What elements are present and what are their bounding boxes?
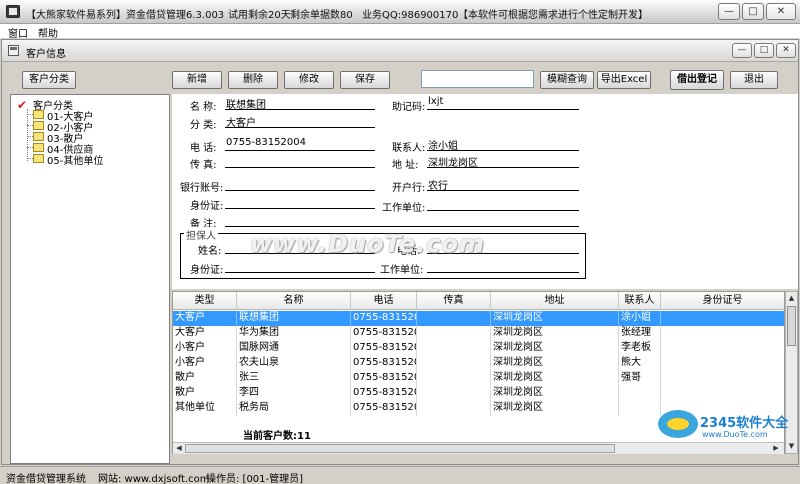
work-unit-label: 工作单位: <box>382 203 426 214</box>
col-fax[interactable]: 传真 <box>417 292 491 310</box>
customer-category-button[interactable]: 客户分类 <box>22 71 76 89</box>
cloud-logo-icon <box>658 410 698 438</box>
table-row[interactable]: 大客户 联想集团 0755-83152004 深圳龙岗区 涂小姐 <box>173 311 784 326</box>
app-icon <box>6 5 20 18</box>
save-button[interactable]: 保存 <box>340 71 390 89</box>
category-label: 分 类: <box>190 120 217 131</box>
inner-title: 客户信息 <box>26 49 66 60</box>
customer-count: 当前客户数:11 <box>243 431 311 442</box>
code-field[interactable]: lxjt <box>427 96 579 110</box>
watermark-text: www.DuoTe.com <box>250 230 485 258</box>
inner-maximize-button[interactable]: □ <box>754 43 774 58</box>
folder-icon <box>33 110 44 119</box>
name-field[interactable]: 联想集团 <box>225 96 375 111</box>
scroll-up-icon[interactable]: ▲ <box>787 293 796 304</box>
bank-account-field[interactable] <box>225 177 375 191</box>
new-button[interactable]: 新增 <box>172 71 222 89</box>
hscroll-thumb[interactable] <box>185 444 615 453</box>
fax-label: 传 真: <box>190 160 217 171</box>
fax-field[interactable] <box>225 154 375 168</box>
logo-2345: 2345软件大全 www.DuoTe.com <box>658 406 798 446</box>
status-operator: 操作员: [001-管理员] <box>206 474 304 484</box>
col-phone[interactable]: 电话 <box>351 292 417 310</box>
checkmark-icon: ✔ <box>17 98 28 112</box>
delete-button[interactable]: 删除 <box>228 71 278 89</box>
search-input[interactable] <box>421 70 534 88</box>
guarantor-work-label: 工作单位: <box>380 265 424 276</box>
col-name[interactable]: 名称 <box>237 292 351 310</box>
open-bank-label: 开户行: <box>392 183 426 194</box>
folder-icon <box>33 143 44 152</box>
phone-label: 电 话: <box>190 143 217 154</box>
custom-dev-notice: 【本软件可根据您需求进行个性定制开发】 <box>458 10 648 21</box>
table-row[interactable]: 大客户 华为集团 0755-83152004 深圳龙岗区 张经理 <box>173 326 784 341</box>
status-bar: 资金借贷管理系统 网站: www.dxjsoft.com 操作员: [001-管… <box>0 466 800 484</box>
logo-url: www.DuoTe.com <box>702 430 768 439</box>
table-row[interactable]: 小客户 国脉网通 0755-83152004 深圳龙岗区 李老板 <box>173 341 784 356</box>
exit-button[interactable]: 退出 <box>730 71 778 89</box>
logo-brand: 2345软件大全 <box>700 416 789 431</box>
trial-days: 试用剩余20天 <box>228 10 291 21</box>
window-titlebar: 【大熊家软件易系列】资金借贷管理6.3.003 试用剩余20天 剩余单据数80 … <box>0 0 800 24</box>
guarantor-legend: 担保人 <box>184 227 218 242</box>
status-website: 网站: www.dxjsoft.com <box>98 474 210 484</box>
table-header: 类型 名称 电话 传真 地址 联系人 身份证号 <box>173 292 784 310</box>
menu-help[interactable]: 帮助 <box>38 25 58 40</box>
guarantor-id-field[interactable] <box>225 259 375 273</box>
table-row[interactable]: 散户 李四 0755-83152004 深圳龙岗区 <box>173 386 784 401</box>
folder-icon <box>33 121 44 130</box>
close-button[interactable]: ✕ <box>766 3 796 20</box>
table-row[interactable]: 小客户 农夫山泉 0755-83152004 深圳龙岗区 熊大 <box>173 356 784 371</box>
id-card-field[interactable] <box>225 195 375 209</box>
folder-icon <box>33 132 44 141</box>
scroll-thumb[interactable] <box>787 306 796 346</box>
name-label: 名 称: <box>190 102 217 113</box>
contact-label: 联系人: <box>392 143 426 154</box>
status-app-name: 资金借贷管理系统 <box>6 474 86 484</box>
table-row[interactable]: 散户 张三 0755-83152004 深圳龙岗区 强哥 <box>173 371 784 386</box>
export-excel-button[interactable]: 导出Excel <box>597 71 651 89</box>
maximize-button[interactable]: □ <box>742 3 764 20</box>
customer-form: 名 称: 联想集团 助记码: lxjt 分 类: 大客户 电 话: 0755-8… <box>172 94 798 289</box>
category-field[interactable]: 大客户 <box>225 114 375 129</box>
inner-titlebar: 客户信息 — □ ✕ <box>2 40 798 62</box>
phone-field[interactable]: 0755-83152004 <box>225 137 375 151</box>
id-card-label: 身份证: <box>190 201 224 212</box>
remark-field[interactable] <box>225 213 579 227</box>
category-tree: ✔ 客户分类 01-大客户 02-小客户 03-散户 04-供应商 05-其他单… <box>10 94 170 464</box>
bank-account-label: 银行账号: <box>180 183 224 194</box>
lend-register-button[interactable]: 借出登记 <box>670 70 724 90</box>
col-address[interactable]: 地址 <box>491 292 619 310</box>
menu-window[interactable]: 窗口 <box>8 25 28 40</box>
inner-close-button[interactable]: ✕ <box>776 43 796 58</box>
work-unit-field[interactable] <box>427 197 579 211</box>
col-contact[interactable]: 联系人 <box>619 292 661 310</box>
window-title: 【大熊家软件易系列】资金借贷管理6.3.003 <box>26 10 225 21</box>
contact-field[interactable]: 涂小姐 <box>427 137 579 152</box>
address-field[interactable]: 深圳龙岗区 <box>427 154 579 169</box>
open-bank-field[interactable]: 农行 <box>427 177 579 192</box>
guarantor-work-field[interactable] <box>427 259 579 273</box>
inner-minimize-button[interactable]: — <box>732 43 752 58</box>
code-label: 助记码: <box>392 102 426 113</box>
guarantor-name-label: 姓名: <box>198 246 222 257</box>
col-id-number[interactable]: 身份证号 <box>661 292 784 310</box>
address-label: 地 址: <box>392 160 419 171</box>
fuzzy-search-button[interactable]: 模糊查询 <box>540 71 594 89</box>
modify-button[interactable]: 修改 <box>284 71 334 89</box>
scroll-left-icon[interactable]: ◀ <box>174 443 184 454</box>
col-type[interactable]: 类型 <box>173 292 237 310</box>
guarantor-id-label: 身份证: <box>190 265 224 276</box>
window-icon <box>8 45 19 56</box>
minimize-button[interactable]: — <box>718 3 740 20</box>
tree-item-other[interactable]: 05-其他单位 <box>47 152 103 167</box>
business-qq: 业务QQ:986900170 <box>362 10 459 21</box>
remaining-docs: 剩余单据数80 <box>290 10 353 21</box>
menu-bar: 窗口 帮助 <box>0 24 800 40</box>
folder-icon <box>33 154 44 163</box>
